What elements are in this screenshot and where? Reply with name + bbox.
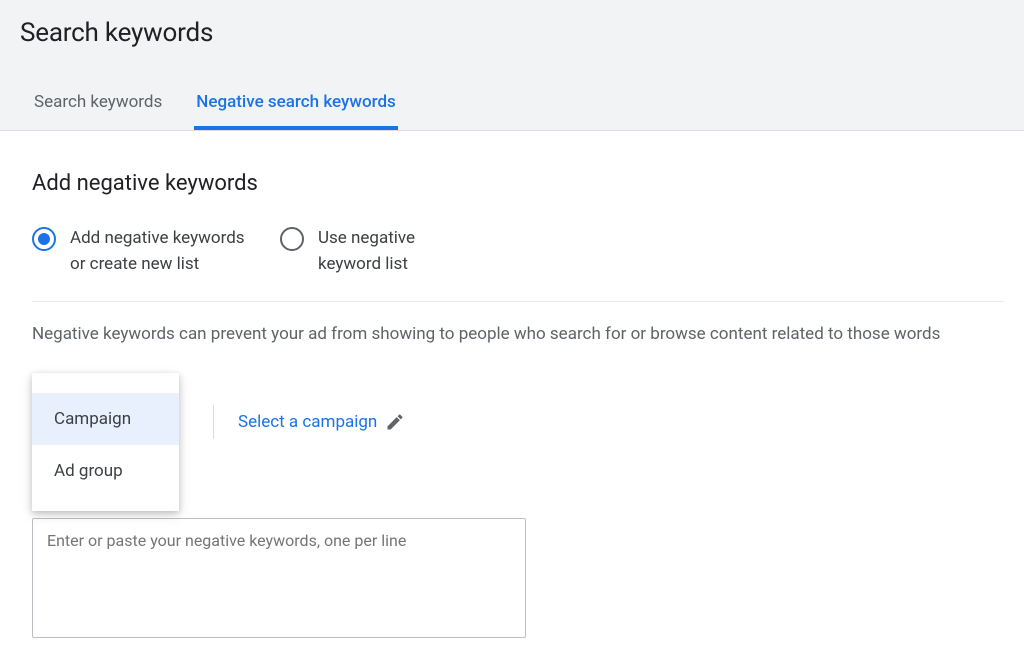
radio-selected-icon (32, 227, 56, 251)
info-text: Negative keywords can prevent your ad fr… (32, 322, 1004, 348)
addto-dropdown-menu: Campaign Ad group (32, 373, 179, 511)
pencil-icon (385, 412, 405, 432)
section-title: Add negative keywords (32, 171, 1004, 196)
tab-negative-keywords[interactable]: Negative search keywords (194, 86, 398, 130)
page-header: Search keywords (0, 0, 1024, 58)
radio-unselected-icon (280, 227, 304, 251)
select-campaign-link[interactable]: Select a campaign (238, 412, 405, 432)
negative-keywords-input[interactable] (32, 518, 526, 638)
vertical-divider (213, 405, 214, 439)
tabs-container: Search keywords Negative search keywords (0, 86, 1024, 130)
tab-search-keywords[interactable]: Search keywords (32, 86, 164, 130)
radio-group: Add negative keywords or create new list… (32, 226, 1004, 302)
page-title: Search keywords (20, 18, 1004, 48)
dropdown-item-campaign[interactable]: Campaign (32, 393, 179, 445)
radio-use-label: Use negative keyword list (318, 226, 458, 277)
dropdown-item-adgroup[interactable]: Ad group (32, 445, 179, 497)
radio-add-keywords[interactable]: Add negative keywords or create new list (32, 226, 250, 277)
select-campaign-text: Select a campaign (238, 412, 377, 432)
radio-add-label: Add negative keywords or create new list (70, 226, 250, 277)
radio-use-list[interactable]: Use negative keyword list (280, 226, 458, 277)
